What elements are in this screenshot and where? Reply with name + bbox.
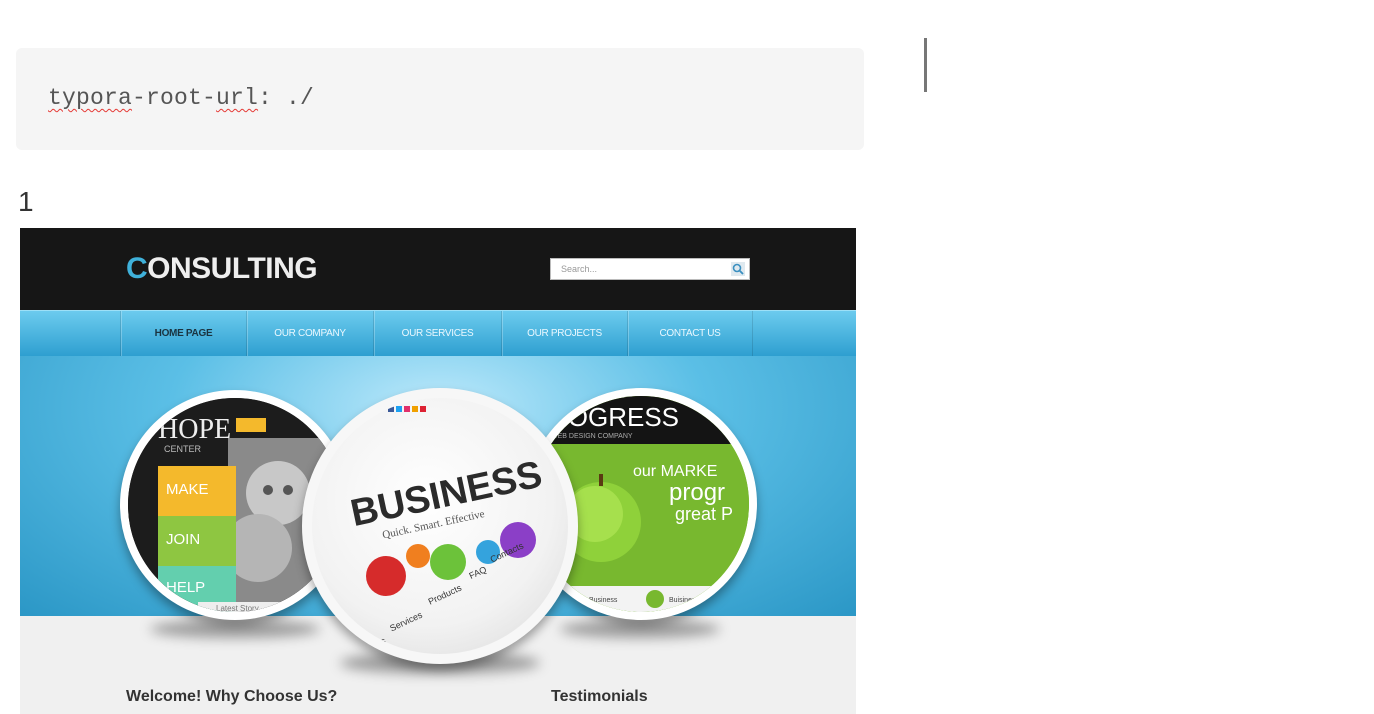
social-icons — [388, 406, 426, 412]
site-nav-services: OUR SERVICES — [373, 311, 501, 357]
section-heading-welcome: Welcome! Why Choose Us? — [126, 688, 338, 705]
site-nav-home: HOME PAGE — [120, 311, 246, 357]
text-cursor — [924, 38, 927, 92]
site-nav: HOME PAGE OUR COMPANY OUR SERVICES OUR P… — [20, 310, 856, 357]
paragraph-text[interactable]: 1 — [18, 186, 34, 218]
progress-headline-3: great P — [675, 504, 733, 524]
hero-circle-middle: BUSINESS Quick. Smart. Effective News Se… — [302, 388, 578, 664]
embedded-image[interactable]: CONSULTING Search... HOME PAGE OUR COMPA… — [20, 228, 856, 714]
progress-headline-2: progr — [669, 479, 725, 506]
code-line[interactable]: typora-root-url: ./ — [48, 85, 314, 111]
site-search-placeholder: Search... — [561, 264, 598, 274]
code-segment: : ./ — [258, 85, 315, 111]
hope-brand: HOPE — [158, 414, 231, 445]
search-icon — [731, 262, 745, 276]
hope-brand-sub: CENTER — [164, 444, 202, 454]
site-nav-contact: CONTACT US — [627, 311, 753, 357]
business-preview: BUSINESS Quick. Smart. Effective News Se… — [347, 406, 546, 654]
latest-story: Latest Story — [216, 604, 259, 612]
gear-label-products: Products — [427, 582, 464, 606]
site-nav-projects: OUR PROJECTS — [501, 311, 627, 357]
misspelled-word-url: url — [216, 85, 259, 111]
section-heading-testimonials: Testimonials — [551, 688, 648, 705]
progress-brand-sub: WEB DESIGN COMPANY — [551, 433, 633, 440]
misspelled-word-typora: typora — [48, 85, 133, 111]
site-header: CONSULTING Search... — [20, 228, 856, 310]
progress-headline: our MARKE — [633, 463, 717, 480]
circle-shadow — [150, 620, 320, 638]
progress-footer-left: Business — [589, 597, 618, 604]
tile-join: JOIN — [166, 531, 200, 548]
site-logo: CONSULTING — [126, 252, 318, 285]
site-nav-company: OUR COMPANY — [246, 311, 373, 357]
gear-label-services: Services — [388, 610, 424, 634]
gear-label-faq: FAQ — [468, 564, 489, 581]
tile-make: MAKE — [166, 481, 209, 498]
code-segment: -root- — [132, 85, 217, 111]
circle-shadow — [560, 620, 720, 638]
site-search-box: Search... — [550, 258, 750, 280]
code-block[interactable]: typora-root-url: ./ — [16, 48, 864, 150]
tile-help: HELP — [166, 579, 205, 596]
